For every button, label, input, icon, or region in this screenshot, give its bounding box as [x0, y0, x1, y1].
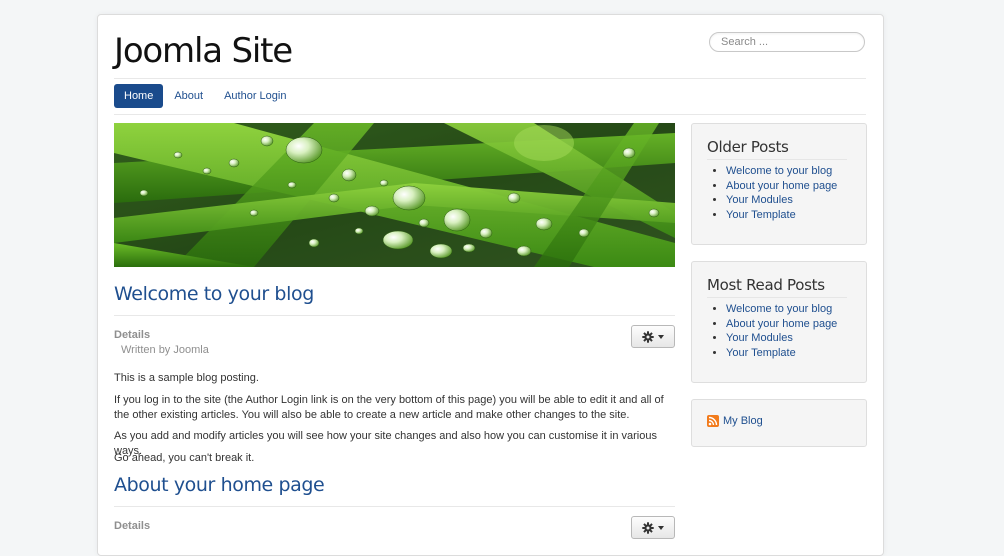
module-feed: My Blog [691, 399, 867, 447]
list-item[interactable]: Your Template [726, 346, 851, 361]
article-divider [114, 315, 675, 316]
nav-divider [114, 114, 866, 115]
older-posts-list: Welcome to your blog About your home pag… [707, 164, 851, 222]
article-paragraph: This is a sample blog posting. [114, 372, 259, 384]
article-paragraph: Go ahead, you can't break it. [114, 452, 255, 464]
article-home-page: About your home page [114, 472, 675, 507]
module-title: Most Read Posts [707, 275, 847, 298]
article-tools-button[interactable] [631, 516, 675, 539]
nav-item-home[interactable]: Home [114, 84, 164, 108]
details-label: Details [114, 329, 151, 341]
main-nav: Home About Author Login [114, 84, 297, 108]
feed-link[interactable]: My Blog [707, 415, 851, 427]
most-read-list: Welcome to your blog About your home pag… [707, 302, 851, 360]
page-container: Joomla Site Home About Author Login [97, 14, 884, 556]
article-body: This is a sample blog posting. [114, 371, 675, 386]
site-title[interactable]: Joomla Site [114, 29, 293, 73]
article-tools-button[interactable] [631, 325, 675, 348]
article-divider [114, 506, 675, 507]
article-meta: Details [114, 516, 675, 546]
gear-icon [642, 521, 654, 534]
module-older-posts: Older Posts Welcome to your blog About y… [691, 123, 867, 245]
article-title[interactable]: Welcome to your blog [114, 281, 675, 307]
article-meta: Details Written by Joomla [114, 325, 675, 365]
article-welcome: Welcome to your blog [114, 281, 675, 316]
article-paragraph-block: If you log in to the site (the Author Lo… [114, 393, 675, 422]
header-divider [114, 78, 866, 79]
nav-item-about[interactable]: About [164, 84, 213, 108]
list-item[interactable]: Your Modules [726, 193, 851, 208]
list-item[interactable]: Your Modules [726, 331, 851, 346]
search-input[interactable] [709, 32, 865, 52]
gear-icon [642, 330, 654, 343]
banner-image [114, 123, 675, 267]
list-item[interactable]: Your Template [726, 208, 851, 223]
feed-label[interactable]: My Blog [723, 415, 763, 427]
article-paragraph: If you log in to the site (the Author Lo… [114, 394, 664, 421]
list-item[interactable]: About your home page [726, 179, 851, 194]
nav-item-author-login[interactable]: Author Login [214, 84, 296, 108]
article-title[interactable]: About your home page [114, 472, 675, 498]
list-item[interactable]: Welcome to your blog [726, 164, 851, 179]
list-item[interactable]: About your home page [726, 317, 851, 332]
details-label: Details [114, 520, 151, 532]
rss-feed-icon [707, 415, 719, 427]
chevron-down-icon [658, 334, 664, 339]
module-most-read: Most Read Posts Welcome to your blog Abo… [691, 261, 867, 383]
article-paragraph-block: Go ahead, you can't break it. [114, 451, 675, 466]
chevron-down-icon [658, 525, 664, 530]
written-by: Written by Joomla [121, 344, 209, 356]
module-title: Older Posts [707, 137, 847, 160]
list-item[interactable]: Welcome to your blog [726, 302, 851, 317]
